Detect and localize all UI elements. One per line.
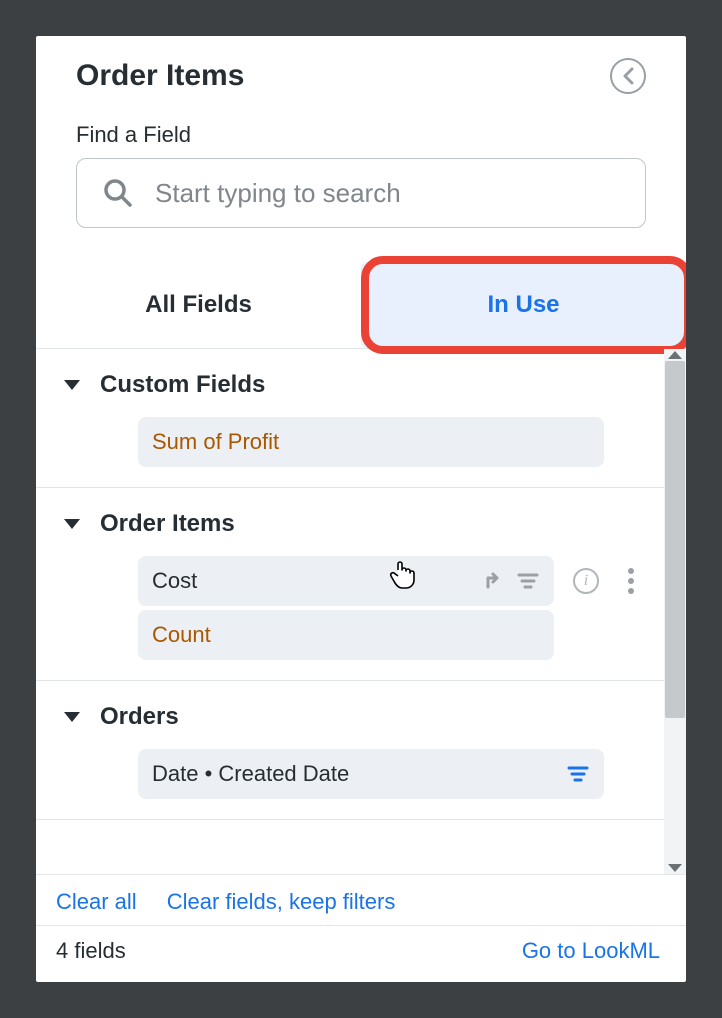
info-icon[interactable]: i xyxy=(573,568,599,594)
caret-down-icon xyxy=(64,519,80,529)
group-header-order-items[interactable]: Order Items xyxy=(36,504,664,552)
collapse-panel-button[interactable] xyxy=(610,58,646,94)
field-cost[interactable]: Cost xyxy=(138,556,554,606)
group-title: Orders xyxy=(100,703,179,731)
field-count[interactable]: Count xyxy=(138,610,554,660)
scroll-down-arrow-icon[interactable] xyxy=(668,864,682,872)
search-box[interactable] xyxy=(76,158,646,228)
scroll-up-arrow-icon[interactable] xyxy=(668,351,682,359)
tab-in-use[interactable]: In Use xyxy=(361,262,686,348)
group-title: Custom Fields xyxy=(100,371,265,399)
search-label: Find a Field xyxy=(36,98,686,154)
field-more-menu[interactable] xyxy=(628,568,634,594)
field-label: Sum of Profit xyxy=(152,429,279,455)
caret-down-icon xyxy=(64,712,80,722)
chevron-left-icon xyxy=(621,67,635,85)
tab-bar: All Fields In Use xyxy=(36,262,686,349)
field-sum-of-profit[interactable]: Sum of Profit xyxy=(138,417,604,467)
field-list: Custom Fields Sum of Profit Order Items … xyxy=(36,349,664,874)
group-header-custom-fields[interactable]: Custom Fields xyxy=(36,365,664,413)
filter-icon[interactable] xyxy=(566,762,590,786)
clear-fields-keep-filters-link[interactable]: Clear fields, keep filters xyxy=(167,889,396,915)
filter-icon[interactable] xyxy=(516,569,540,593)
panel-title: Order Items xyxy=(76,59,244,93)
field-label: Cost xyxy=(152,568,197,594)
footer-links: Clear all Clear fields, keep filters xyxy=(36,874,686,925)
group-header-orders[interactable]: Orders xyxy=(36,697,664,745)
search-icon xyxy=(103,178,133,208)
go-to-lookml-link[interactable]: Go to LookML xyxy=(522,938,660,964)
tab-all-fields[interactable]: All Fields xyxy=(36,262,361,348)
pivot-icon[interactable] xyxy=(482,569,506,593)
caret-down-icon xyxy=(64,380,80,390)
field-picker-panel: Order Items Find a Field All Fields In U… xyxy=(36,36,686,982)
scrollbar[interactable] xyxy=(664,349,686,874)
field-count: 4 fields xyxy=(56,938,126,964)
field-label: Count xyxy=(152,622,211,648)
group-title: Order Items xyxy=(100,510,235,538)
field-date-created-date[interactable]: Date • Created Date xyxy=(138,749,604,799)
field-label: Date • Created Date xyxy=(152,761,349,787)
search-input[interactable] xyxy=(153,177,619,210)
scrollbar-thumb[interactable] xyxy=(665,361,685,718)
clear-all-link[interactable]: Clear all xyxy=(56,889,137,915)
